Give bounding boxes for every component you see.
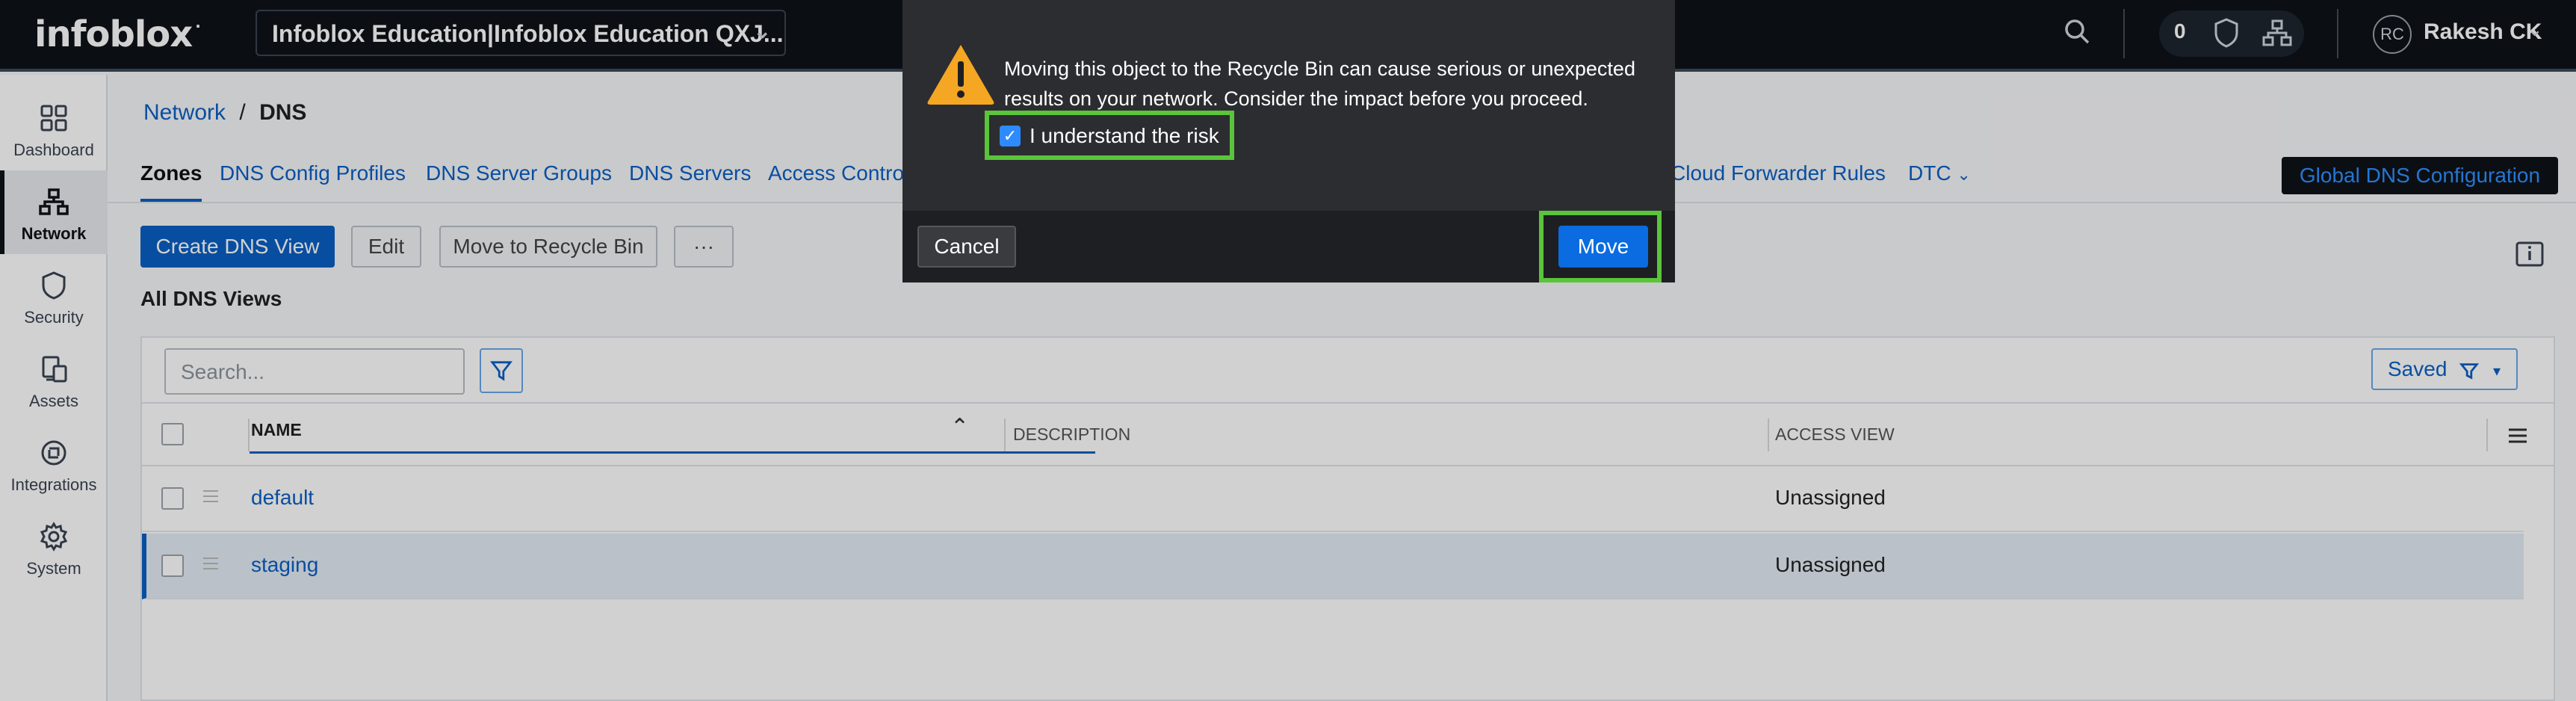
filter-button[interactable] — [480, 348, 523, 393]
tab-dns-config-profiles[interactable]: DNS Config Profiles — [220, 161, 406, 185]
avatar[interactable]: RC — [2373, 15, 2412, 54]
sidebar-item-network[interactable]: Network — [0, 170, 108, 254]
column-separator — [1004, 419, 1006, 451]
notification-count[interactable]: 0 — [2174, 19, 2186, 43]
drag-handle-icon[interactable] — [202, 556, 220, 571]
breadcrumb: Network / DNS — [143, 100, 306, 126]
info-icon[interactable] — [2515, 241, 2545, 268]
risk-acknowledgement-label[interactable]: I understand the risk — [1030, 124, 1219, 148]
sidebar-item-label: Security — [24, 308, 84, 327]
infoblox-logo[interactable]: infoblox. — [34, 13, 201, 55]
warning-icon — [927, 45, 994, 105]
sidebar: Dashboard Network Security Assets Integr… — [0, 75, 108, 701]
gear-icon — [40, 522, 68, 552]
select-all-checkbox[interactable] — [161, 423, 184, 445]
search-icon[interactable] — [2062, 16, 2092, 46]
user-name[interactable]: Rakesh CK — [2424, 19, 2542, 45]
sort-ascending-icon[interactable]: ⌃ — [950, 414, 969, 440]
breadcrumb-current: DNS — [259, 100, 307, 125]
column-separator — [1768, 419, 1769, 451]
search-input[interactable]: Search... — [164, 348, 465, 395]
search-placeholder: Search... — [181, 360, 265, 383]
global-dns-configuration-button[interactable]: Global DNS Configuration — [2282, 157, 2558, 194]
chevron-down-icon: ⌄ — [753, 19, 771, 43]
network-icon — [39, 188, 69, 215]
table-row[interactable]: default Unassigned — [142, 466, 2524, 532]
sidebar-item-system[interactable]: System — [0, 505, 108, 589]
table-row[interactable]: staging Unassigned — [142, 534, 2524, 599]
sidebar-item-dashboard[interactable]: Dashboard — [0, 87, 108, 170]
shield-icon[interactable] — [2213, 16, 2240, 49]
dns-views-grid: Search... Saved ▾ NAME ⌃ DESCRIPTION ACC… — [140, 336, 2555, 701]
tab-dtc-label: DTC — [1908, 161, 1951, 185]
chevron-down-icon: ⌄ — [1957, 165, 1971, 184]
caret-down-icon: ▾ — [2492, 363, 2501, 380]
sidebar-item-label: Network — [21, 224, 87, 243]
dialog-footer: Cancel Move — [902, 211, 1675, 282]
access-view-value: Unassigned — [1775, 553, 1886, 576]
create-dns-view-button[interactable]: Create DNS View — [140, 226, 335, 268]
chevron-down-icon[interactable]: ⌄ — [2527, 18, 2543, 41]
sidebar-item-label: System — [26, 559, 81, 578]
tab-cloud-forwarder-rules[interactable]: Cloud Forwarder Rules — [1671, 161, 1886, 185]
access-view-value: Unassigned — [1775, 486, 1886, 509]
dns-view-name-link[interactable]: default — [251, 486, 314, 510]
shield-icon — [42, 271, 66, 300]
tab-dtc[interactable]: DTC ⌄ — [1908, 161, 1971, 185]
sidebar-item-assets[interactable]: Assets — [0, 338, 108, 421]
dns-view-name-link[interactable]: staging — [251, 553, 318, 577]
breadcrumb-separator: / — [239, 100, 246, 125]
filter-icon — [490, 361, 513, 381]
saved-views-button[interactable]: Saved ▾ — [2371, 348, 2518, 390]
column-separator — [2486, 419, 2488, 451]
account-selector[interactable]: Infoblox Education|Infoblox Education QX… — [256, 10, 786, 56]
move-button[interactable]: Move — [1558, 226, 1648, 268]
table-header: NAME ⌃ DESCRIPTION ACCESS VIEW — [142, 402, 2554, 466]
topbar-divider — [2123, 9, 2125, 58]
drag-handle-icon[interactable] — [202, 489, 220, 504]
column-header-description[interactable]: DESCRIPTION — [1013, 424, 1130, 445]
integrations-icon — [41, 440, 66, 466]
tab-zones[interactable]: Zones — [140, 161, 202, 202]
column-separator — [248, 419, 250, 451]
sidebar-item-label: Assets — [28, 392, 79, 410]
dashboard-icon — [40, 105, 67, 132]
more-actions-button[interactable]: ··· — [674, 226, 734, 268]
edit-button[interactable]: Edit — [351, 226, 421, 268]
recycle-bin-confirm-dialog: Moving this object to the Recycle Bin ca… — [902, 0, 1675, 282]
tab-access-control[interactable]: Access Contro — [768, 161, 904, 185]
column-header-name[interactable]: NAME — [251, 420, 302, 440]
column-menu-icon[interactable] — [2504, 423, 2531, 448]
sidebar-item-integrations[interactable]: Integrations — [0, 421, 108, 505]
saved-label: Saved — [2388, 357, 2447, 380]
checkmark-icon[interactable]: ✓ — [1000, 126, 1021, 146]
assets-icon — [42, 356, 67, 383]
row-checkbox[interactable] — [161, 555, 184, 577]
filter-icon — [2459, 362, 2480, 380]
network-status-icon[interactable] — [2262, 16, 2292, 49]
row-checkbox[interactable] — [161, 487, 184, 510]
section-title: All DNS Views — [140, 287, 282, 310]
topbar-divider — [2337, 9, 2338, 58]
warning-message: Moving this object to the Recycle Bin ca… — [1004, 58, 1635, 110]
column-header-access-view[interactable]: ACCESS VIEW — [1775, 424, 1895, 445]
tab-dns-server-groups[interactable]: DNS Server Groups — [426, 161, 612, 185]
cancel-button[interactable]: Cancel — [917, 226, 1016, 268]
move-to-recycle-bin-button[interactable]: Move to Recycle Bin — [439, 226, 657, 268]
sidebar-item-security[interactable]: Security — [0, 254, 108, 338]
risk-acknowledgement-checkbox[interactable]: ✓ I understand the risk — [989, 115, 1230, 155]
account-name: Infoblox Education|Infoblox Education QX… — [272, 20, 784, 47]
sort-indicator — [250, 451, 1095, 454]
sidebar-item-label: Dashboard — [13, 140, 94, 159]
tab-dns-servers[interactable]: DNS Servers — [629, 161, 751, 185]
sidebar-item-label: Integrations — [10, 475, 97, 494]
breadcrumb-network-link[interactable]: Network — [143, 100, 226, 125]
